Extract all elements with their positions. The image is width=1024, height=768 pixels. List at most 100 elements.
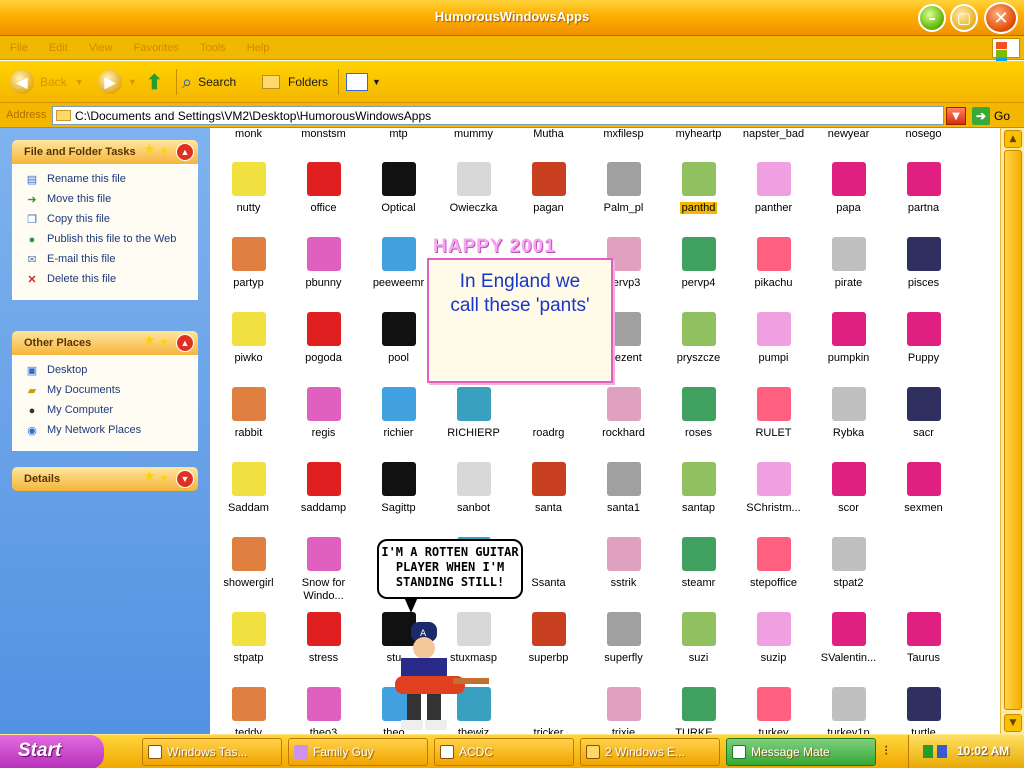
go-button[interactable]: ➔ Go bbox=[972, 107, 1010, 125]
file-item[interactable]: steamr bbox=[661, 537, 736, 590]
file-item[interactable]: roses bbox=[661, 387, 736, 440]
file-item[interactable]: trixie bbox=[586, 687, 661, 734]
folders-button[interactable]: Folders bbox=[262, 69, 328, 95]
file-item[interactable]: pervp4 bbox=[661, 237, 736, 290]
task-rename[interactable]: ▤ Rename this file bbox=[25, 173, 191, 187]
file-item[interactable]: showergirl bbox=[211, 537, 286, 590]
menu-tools[interactable]: Tools bbox=[200, 42, 226, 54]
file-item[interactable]: office bbox=[286, 162, 361, 215]
file-item[interactable]: santap bbox=[661, 462, 736, 515]
file-label[interactable]: monk bbox=[211, 128, 286, 140]
menu-favorites[interactable]: Favorites bbox=[134, 42, 179, 54]
file-item[interactable]: pool bbox=[361, 312, 436, 365]
file-item[interactable]: pagan bbox=[511, 162, 586, 215]
notification-icon[interactable]: ⁝ bbox=[884, 743, 888, 759]
scroll-up-button[interactable]: ▲ bbox=[1004, 130, 1022, 148]
file-item[interactable]: Rybka bbox=[811, 387, 886, 440]
task-copy[interactable]: ❐ Copy this file bbox=[25, 213, 191, 227]
other-places-header[interactable]: Other Places ★ ★ ▲ bbox=[12, 331, 198, 355]
details-header[interactable]: Details ★ ★ ▼ bbox=[12, 467, 198, 491]
close-button[interactable]: ✕ bbox=[984, 2, 1018, 34]
file-item[interactable]: pisces bbox=[886, 237, 961, 290]
taskbar-button-windows-explorer[interactable]: 2 Windows E... bbox=[580, 738, 720, 766]
volume-tray-icon[interactable] bbox=[937, 745, 947, 758]
file-item[interactable]: turkey bbox=[736, 687, 811, 734]
file-item[interactable]: roadrg bbox=[511, 387, 586, 440]
file-item[interactable]: suzi bbox=[661, 612, 736, 665]
file-label[interactable]: mxfilesp bbox=[586, 128, 661, 140]
file-item[interactable]: regis bbox=[286, 387, 361, 440]
file-item[interactable]: RICHIERP bbox=[436, 387, 511, 440]
file-item[interactable]: Sagittp bbox=[361, 462, 436, 515]
file-item[interactable]: sacr bbox=[886, 387, 961, 440]
file-item[interactable]: partna bbox=[886, 162, 961, 215]
menu-view[interactable]: View bbox=[89, 42, 113, 54]
file-item[interactable]: richier bbox=[361, 387, 436, 440]
start-button[interactable]: Start bbox=[0, 735, 104, 768]
file-item[interactable]: nutty bbox=[211, 162, 286, 215]
file-label[interactable]: napster_bad bbox=[736, 128, 811, 140]
task-email[interactable]: ✉ E-mail this file bbox=[25, 253, 191, 267]
file-item[interactable]: sanbot bbox=[436, 462, 511, 515]
file-label[interactable]: mtp bbox=[361, 128, 436, 140]
file-item[interactable]: panther bbox=[736, 162, 811, 215]
file-item[interactable]: piwko bbox=[211, 312, 286, 365]
file-item[interactable]: Palm_pl bbox=[586, 162, 661, 215]
forward-button[interactable]: ▶ ▼ bbox=[98, 69, 137, 95]
collapse-icon[interactable]: ▲ bbox=[176, 143, 194, 161]
file-item[interactable]: rockhard bbox=[586, 387, 661, 440]
expand-icon[interactable]: ▼ bbox=[176, 470, 194, 488]
up-folder-button[interactable]: ⬆ bbox=[146, 69, 163, 95]
address-dropdown-button[interactable]: ▼ bbox=[946, 107, 966, 125]
file-label[interactable]: monstsm bbox=[286, 128, 361, 140]
place-my-computer[interactable]: ● My Computer bbox=[25, 404, 191, 418]
file-label[interactable]: Mutha bbox=[511, 128, 586, 140]
file-label[interactable]: nosego bbox=[886, 128, 961, 140]
file-item[interactable]: suzip bbox=[736, 612, 811, 665]
file-item[interactable]: panthd bbox=[661, 162, 736, 215]
menu-edit[interactable]: Edit bbox=[49, 42, 68, 54]
file-item[interactable]: pikachu bbox=[736, 237, 811, 290]
file-item[interactable]: pryszcze bbox=[661, 312, 736, 365]
file-tasks-header[interactable]: File and Folder Tasks ★ ★ ▲ bbox=[12, 140, 198, 164]
file-item[interactable]: stpatp bbox=[211, 612, 286, 665]
file-item[interactable]: stress bbox=[286, 612, 361, 665]
file-item[interactable]: scor bbox=[811, 462, 886, 515]
back-button[interactable]: ◀ Back ▼ bbox=[10, 69, 84, 95]
file-item[interactable]: pogoda bbox=[286, 312, 361, 365]
network-tray-icon[interactable] bbox=[923, 745, 933, 758]
file-label[interactable]: myheartp bbox=[661, 128, 736, 140]
maximize-button[interactable]: ▢ bbox=[950, 4, 978, 32]
file-item[interactable]: stepoffice bbox=[736, 537, 811, 590]
taskbar-button-message-mate[interactable]: Message Mate bbox=[726, 738, 876, 766]
file-item[interactable]: pumpi bbox=[736, 312, 811, 365]
collapse-icon[interactable]: ▲ bbox=[176, 334, 194, 352]
file-item[interactable]: papa bbox=[811, 162, 886, 215]
file-item[interactable]: partyp bbox=[211, 237, 286, 290]
menu-file[interactable]: File bbox=[10, 42, 28, 54]
file-list-view[interactable]: monk monstsm mtp mummy Mutha mxfilesp myheartp… bbox=[210, 128, 1000, 734]
file-item[interactable]: RULET bbox=[736, 387, 811, 440]
file-item[interactable]: TURKE... bbox=[661, 687, 736, 734]
file-item[interactable]: pbunny bbox=[286, 237, 361, 290]
file-item[interactable]: rabbit bbox=[211, 387, 286, 440]
scroll-down-button[interactable]: ▼ bbox=[1004, 714, 1022, 732]
views-button[interactable]: ▼ bbox=[346, 69, 381, 95]
search-button[interactable]: ⌕ Search bbox=[182, 69, 236, 95]
file-label[interactable]: mummy bbox=[436, 128, 511, 140]
file-item[interactable]: superbp bbox=[511, 612, 586, 665]
file-item[interactable]: Owieczka bbox=[436, 162, 511, 215]
file-item[interactable]: Puppy bbox=[886, 312, 961, 365]
file-item[interactable]: Saddam bbox=[211, 462, 286, 515]
taskbar-button-acdc[interactable]: ACDC bbox=[434, 738, 574, 766]
place-my-documents[interactable]: ▰ My Documents bbox=[25, 384, 191, 398]
taskbar-button-family-guy[interactable]: Family Guy bbox=[288, 738, 428, 766]
file-item[interactable]: SValentin... bbox=[811, 612, 886, 665]
file-item[interactable]: turkey1p bbox=[811, 687, 886, 734]
file-item[interactable]: turtle bbox=[886, 687, 961, 734]
task-move[interactable]: ➜ Move this file bbox=[25, 193, 191, 207]
place-network[interactable]: ◉ My Network Places bbox=[25, 424, 191, 438]
file-item[interactable]: peeweemr bbox=[361, 237, 436, 290]
vertical-scrollbar[interactable]: ▲ ▼ bbox=[1000, 128, 1024, 734]
taskbar-button-windows-tasks[interactable]: Windows Tas... bbox=[142, 738, 282, 766]
